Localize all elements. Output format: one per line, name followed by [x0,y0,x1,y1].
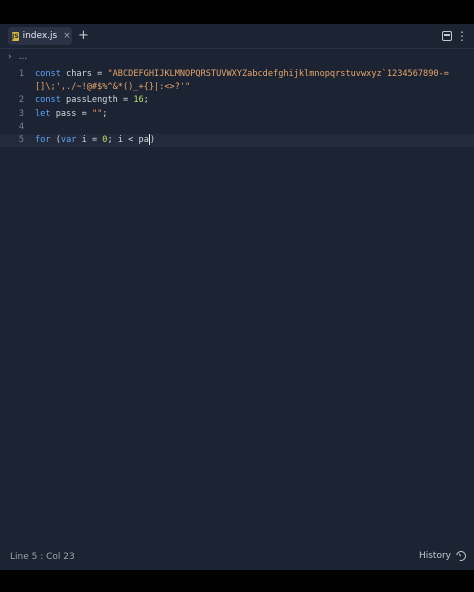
line-number: 3 [18,108,24,119]
layout-icon[interactable] [442,31,452,41]
code-text: const passLength = 16; [35,95,149,106]
cursor-position: Line 5 : Col 23 [10,552,75,562]
line-number: 2 [18,95,24,106]
tab-label: index.js [22,31,58,41]
history-label: History [418,551,451,561]
line-number: 4 [18,121,24,132]
new-tab-button[interactable]: + [78,27,89,45]
code-text: let pass = ""; [35,108,108,119]
code-text: const chars = "ABCDEFGHIJKLMNOPQRSTUVWXY… [35,69,449,79]
editor-window: JS index.js × + ⋮ › ... 1 const chars = … [0,24,474,570]
close-tab-icon[interactable]: × [63,31,71,41]
line-number: 1 [18,69,24,79]
history-icon [454,549,468,563]
history-button[interactable]: History [418,549,468,563]
javascript-file-icon: JS [12,31,19,41]
code-editor[interactable]: 1 const chars = "ABCDEFGHIJKLMNOPQRSTUVW… [0,68,474,148]
code-text: for (var i = 0; i < pa) [35,133,156,145]
code-line: 2 const passLength = 16; [0,94,474,107]
breadcrumb-path: ... [18,52,28,62]
code-line: 3 let pass = ""; [0,108,474,121]
breadcrumb[interactable]: › ... [8,51,27,63]
code-line: 1 const chars = "ABCDEFGHIJKLMNOPQRSTUVW… [0,68,474,81]
code-line: 4 [0,121,474,134]
status-bar: Line 5 : Col 23 History [0,546,474,570]
tab-index-js[interactable]: JS index.js × [8,27,72,45]
code-line-wrapped: []\;',./~!@#$%^&*()_+{}|:<>?'" [0,81,474,94]
chevron-right-icon: › [8,52,12,62]
code-text: []\;',./~!@#$%^&*()_+{}|:<>?'" [35,82,191,93]
code-line-active: 5 for (var i = 0; i < pa) [0,133,474,148]
line-number: 5 [18,134,24,145]
tab-bar: JS index.js × + ⋮ [0,24,474,49]
more-options-icon[interactable]: ⋮ [456,27,468,45]
